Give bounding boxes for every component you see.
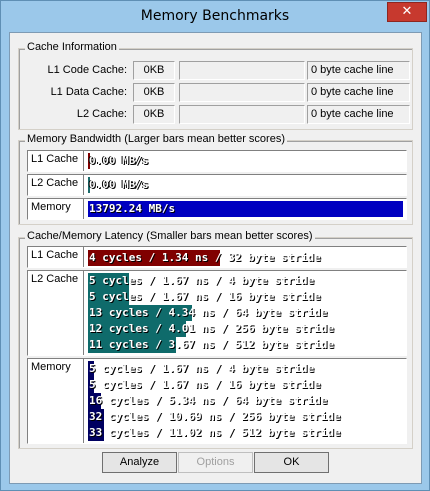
latency-bar-row: 5 cycles / 1.67 ns / 4 byte stride (88, 361, 403, 377)
latency-memory-box: Memory 5 cycles / 1.67 ns / 4 byte strid… (27, 358, 407, 444)
l2-label: L2 Cache: (76, 108, 127, 120)
l1-code-extra (179, 61, 305, 80)
latency-group: Cache/Memory Latency (Smaller bars mean … (18, 230, 413, 449)
bandwidth-l2-name: L2 Cache (31, 177, 79, 189)
latency-bar-row: 13 cycles / 4.34 ns / 64 byte stride (88, 305, 403, 321)
ok-button[interactable]: OK (254, 452, 329, 473)
bandwidth-l1-name: L1 Cache (31, 153, 79, 165)
latency-l2-box: L2 Cache 5 cycles / 1.67 ns / 4 byte str… (27, 270, 407, 356)
l2-line: 0 byte cache line (307, 105, 410, 124)
l1-code-size: 0KB (133, 61, 175, 80)
divider (83, 359, 85, 443)
bandwidth-memory-value: 13792.24 MB/s (89, 202, 176, 215)
latency-value: 13 cycles / 4.34 ns / 64 byte stride (89, 306, 328, 319)
latency-bar-row: 5 cycles / 1.67 ns / 4 byte stride (88, 273, 403, 289)
window-title: Memory Benchmarks (140, 8, 290, 24)
options-button[interactable]: Options (178, 452, 253, 473)
l1-data-line: 0 byte cache line (307, 83, 410, 102)
l2-extra (179, 105, 305, 124)
close-button[interactable]: ✕ (387, 2, 427, 22)
latency-value: 16 cycles / 5.34 ns / 64 byte stride (89, 394, 328, 407)
latency-bar-row: 11 cycles / 3.67 ns / 512 byte stride (88, 337, 403, 353)
l1-data-size: 0KB (133, 83, 175, 102)
latency-value: 11 cycles / 3.67 ns / 512 byte stride (89, 338, 335, 351)
latency-value: 5 cycles / 1.67 ns / 4 byte stride (89, 362, 315, 375)
latency-value: 32 cycles / 10.69 ns / 256 byte stride (89, 410, 341, 423)
latency-value: 4 cycles / 1.34 ns / 32 byte stride (89, 251, 321, 264)
latency-value: 5 cycles / 1.67 ns / 16 byte stride (89, 290, 321, 303)
bandwidth-l1-value: 0.00 MB/s (89, 154, 149, 167)
l1-data-label: L1 Data Cache: (50, 86, 127, 98)
latency-l1-name: L1 Cache (31, 249, 79, 261)
latency-value: 5 cycles / 1.67 ns / 4 byte stride (89, 274, 315, 287)
latency-legend: Cache/Memory Latency (Smaller bars mean … (25, 230, 315, 242)
bandwidth-memory-bar-row: 13792.24 MB/s (88, 201, 403, 217)
bandwidth-l2-bar-row: 0.00 MB/s (88, 177, 403, 193)
divider (83, 151, 85, 171)
analyze-button[interactable]: Analyze (102, 452, 177, 473)
latency-bar-row: 5 cycles / 1.67 ns / 16 byte stride (88, 289, 403, 305)
bandwidth-l1-bar-row: 0.00 MB/s (88, 153, 403, 169)
cache-info-group: Cache Information L1 Code Cache: 0KB 0 b… (18, 41, 413, 130)
bandwidth-memory-name: Memory (31, 201, 71, 213)
latency-value: 12 cycles / 4.01 ns / 256 byte stride (89, 322, 335, 335)
divider (83, 271, 85, 355)
memory-benchmarks-window: Memory Benchmarks ✕ Cache Information L1… (0, 0, 430, 491)
l1-code-line: 0 byte cache line (307, 61, 410, 80)
bandwidth-l2-box: L2 Cache 0.00 MB/s (27, 174, 407, 196)
latency-bar-row: 33 cycles / 11.02 ns / 512 byte stride (88, 425, 403, 441)
bandwidth-legend: Memory Bandwidth (Larger bars mean bette… (25, 133, 287, 145)
divider (83, 175, 85, 195)
latency-bar-row: 32 cycles / 10.69 ns / 256 byte stride (88, 409, 403, 425)
cache-info-legend: Cache Information (25, 41, 119, 53)
l2-size: 0KB (133, 105, 175, 124)
latency-l2-name: L2 Cache (31, 273, 79, 285)
latency-bar-row: 16 cycles / 5.34 ns / 64 byte stride (88, 393, 403, 409)
divider (83, 199, 85, 219)
latency-value: 5 cycles / 1.67 ns / 16 byte stride (89, 378, 321, 391)
latency-l1-box: L1 Cache 4 cycles / 1.34 ns / 32 byte st… (27, 246, 407, 268)
bandwidth-memory-box: Memory 13792.24 MB/s (27, 198, 407, 220)
latency-bar-row: 12 cycles / 4.01 ns / 256 byte stride (88, 321, 403, 337)
latency-memory-name: Memory (31, 361, 71, 373)
latency-bar-row: 4 cycles / 1.34 ns / 32 byte stride (88, 250, 403, 266)
title-bar[interactable]: Memory Benchmarks ✕ (1, 1, 429, 32)
latency-bar-row: 5 cycles / 1.67 ns / 16 byte stride (88, 377, 403, 393)
dialog-body: Cache Information L1 Code Cache: 0KB 0 b… (9, 32, 422, 484)
divider (83, 247, 85, 267)
bandwidth-l1-box: L1 Cache 0.00 MB/s (27, 150, 407, 172)
bandwidth-l2-value: 0.00 MB/s (89, 178, 149, 191)
l1-code-label: L1 Code Cache: (47, 64, 128, 76)
latency-value: 33 cycles / 11.02 ns / 512 byte stride (89, 426, 341, 439)
l1-data-extra (179, 83, 305, 102)
bandwidth-group: Memory Bandwidth (Larger bars mean bette… (18, 133, 413, 225)
close-icon: ✕ (401, 4, 413, 19)
